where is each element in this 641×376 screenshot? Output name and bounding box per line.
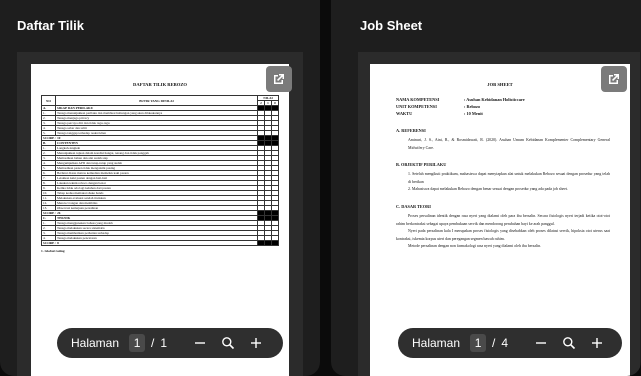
page-label: Halaman [412,336,461,350]
meta-row: UNIT KOMPETENSI : Rebozo [396,104,630,111]
minus-icon [195,342,206,344]
open-external-button[interactable] [601,66,627,92]
meta-row: NAMA KOMPETENSI : Asuhan Kebidanan Holist… [396,97,630,104]
page-separator: / [151,336,155,350]
total-pages: 4 [501,336,509,350]
meta-value: : Rebozo [464,104,481,109]
doc-meta: NAMA KOMPETENSI : Asuhan Kebidanan Holist… [370,97,630,118]
section-paragraph: 2. Mahasiswa dapat melakukan Rebozo deng… [408,187,568,192]
pdf-viewer[interactable]: DAFTAR TILIK REBOZO NO BUTIR YANG DINILA… [17,52,303,376]
score-cell [271,240,279,246]
checklist-table: NO BUTIR YANG DINILAI NILAI 2 1 0 A. SIKA… [41,95,279,246]
score-label: SCORE : 8 [41,240,258,246]
pdf-viewer[interactable]: JOB SHEET NAMA KOMPETENSI: Asuhan Kebida… [358,52,640,376]
section-heading: A. REFERENSI [396,128,426,133]
score-cell [264,240,272,246]
current-page-input[interactable]: 1 [470,334,487,352]
plus-icon [251,338,262,348]
section-paragraph: 1. Setelah mengikuti praktikum, mahasisw… [408,172,610,184]
zoom-out-button[interactable] [189,332,211,354]
meta-value: : 10 Menit [464,111,483,116]
page-toolbar: Halaman 1 / 4 [398,328,622,358]
score-row: SCORE : 8 [41,240,279,246]
minus-icon [536,342,547,344]
zoom-out-button[interactable] [530,332,552,354]
section-heading: B. OBJEKTIF PERILAKU [396,162,447,168]
doc-footer: 1. Global rating [41,249,65,253]
col-no: NO [41,95,56,106]
open-external-button[interactable] [266,66,292,92]
zoom-in-button[interactable] [245,332,267,354]
magnifier-icon [222,337,235,350]
page-label: Halaman [71,336,120,350]
current-page-input[interactable]: 1 [129,334,146,352]
page-toolbar: Halaman 1 / 1 [57,328,283,358]
meta-key: WAKTU [396,111,413,116]
external-link-icon [609,74,619,84]
plus-icon [592,338,603,348]
doc-title: DAFTAR TILIK REBOZO [133,82,187,87]
page-separator: / [492,336,496,350]
doc-sections: A. REFERENSI Aminuri, J. S., Aini, R., & … [370,128,630,251]
zoom-reset-button[interactable] [217,332,239,354]
meta-key: NAMA KOMPETENSI [396,97,440,102]
daftar-tilik-panel: Daftar Tilik DAFTAR TILIK REBOZO NO BUTI… [0,0,320,376]
external-link-icon [274,74,284,84]
section-paragraph: Nyeri pada persalinan kala I merupakan p… [396,229,610,241]
panel-title: Daftar Tilik [17,18,84,33]
meta-row: WAKTU : 10 Menit [396,111,630,118]
total-pages: 1 [160,336,168,350]
col-butir: BUTIR YANG DINILAI [55,95,258,106]
section-paragraph: Metode persalinan dengan non farmakologi… [408,244,542,249]
section-heading: C. DASAR TEORI [396,203,431,209]
section-paragraph: Proses persalinan identik dengan rasa ny… [396,213,610,226]
job-sheet-panel: Job Sheet JOB SHEET NAMA KOMPETENSI: Asu… [331,0,641,376]
meta-key: UNIT KOMPETENSI [396,104,437,109]
score-cell [257,240,265,246]
section-paragraph: Aminuri, J. S., Aini, R., & Rosmidawati,… [408,138,610,150]
meta-value: : Asuhan Kebidanan Holisticcare [464,97,525,102]
magnifier-icon [563,337,576,350]
panel-title: Job Sheet [360,18,423,33]
zoom-in-button[interactable] [586,332,608,354]
zoom-reset-button[interactable] [558,332,580,354]
